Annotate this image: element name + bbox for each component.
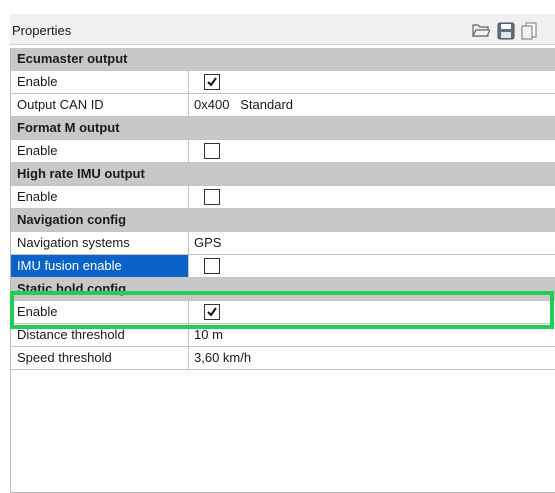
copy-icon[interactable] (520, 22, 538, 40)
property-row-output-can-id[interactable]: Output CAN ID 0x400 Standard (11, 94, 555, 117)
property-row-highrate-enable[interactable]: Enable (11, 186, 555, 209)
property-name: Navigation systems (11, 232, 189, 254)
property-name: IMU fusion enable (11, 255, 189, 277)
section-label: Format M output (17, 120, 120, 135)
save-icon[interactable] (497, 22, 515, 40)
section-format-m-output[interactable]: Format M output (11, 117, 555, 140)
property-row-formatm-enable[interactable]: Enable (11, 140, 555, 163)
formatm-enable-checkbox[interactable] (204, 143, 220, 159)
folder-open-icon[interactable] (472, 22, 490, 40)
section-label: Ecumaster output (17, 51, 128, 66)
section-label: Static hold config (17, 281, 127, 296)
property-row-imu-fusion-enable[interactable]: IMU fusion enable (11, 255, 555, 278)
section-label: High rate IMU output (17, 166, 145, 181)
property-name: Speed threshold (11, 347, 189, 369)
section-high-rate-imu-output[interactable]: High rate IMU output (11, 163, 555, 186)
property-grid: Ecumaster output Enable Output CAN ID 0x… (10, 48, 555, 493)
distance-threshold-value[interactable]: 10 m (194, 324, 223, 346)
property-name: Enable (11, 301, 189, 323)
property-row-static-enable[interactable]: Enable (11, 301, 555, 324)
property-name: Enable (11, 71, 189, 93)
property-row-distance-threshold[interactable]: Distance threshold 10 m (11, 324, 555, 347)
output-can-id-value[interactable]: 0x400 Standard (194, 94, 293, 116)
highrate-enable-checkbox[interactable] (204, 189, 220, 205)
section-static-hold-config[interactable]: Static hold config (11, 278, 555, 301)
property-name: Enable (11, 140, 189, 162)
section-ecumaster-output[interactable]: Ecumaster output (11, 48, 555, 71)
properties-title: Properties (12, 23, 72, 38)
property-name: Enable (11, 186, 189, 208)
speed-threshold-value[interactable]: 3,60 km/h (194, 347, 251, 369)
property-row-navigation-systems[interactable]: Navigation systems GPS (11, 232, 555, 255)
top-strip (0, 0, 555, 14)
static-hold-enable-checkbox[interactable] (204, 304, 220, 320)
property-row-speed-threshold[interactable]: Speed threshold 3,60 km/h (11, 347, 555, 370)
property-name: Distance threshold (11, 324, 189, 346)
navigation-systems-value[interactable]: GPS (194, 232, 221, 254)
property-name: Output CAN ID (11, 94, 189, 116)
properties-header: Properties (10, 14, 555, 45)
properties-panel: Properties Ecumaster output Enable Outpu… (0, 0, 555, 493)
section-navigation-config[interactable]: Navigation config (11, 209, 555, 232)
imu-fusion-enable-checkbox[interactable] (204, 258, 220, 274)
section-label: Navigation config (17, 212, 127, 227)
ecumaster-enable-checkbox[interactable] (204, 74, 220, 90)
property-row-ecumaster-enable[interactable]: Enable (11, 71, 555, 94)
